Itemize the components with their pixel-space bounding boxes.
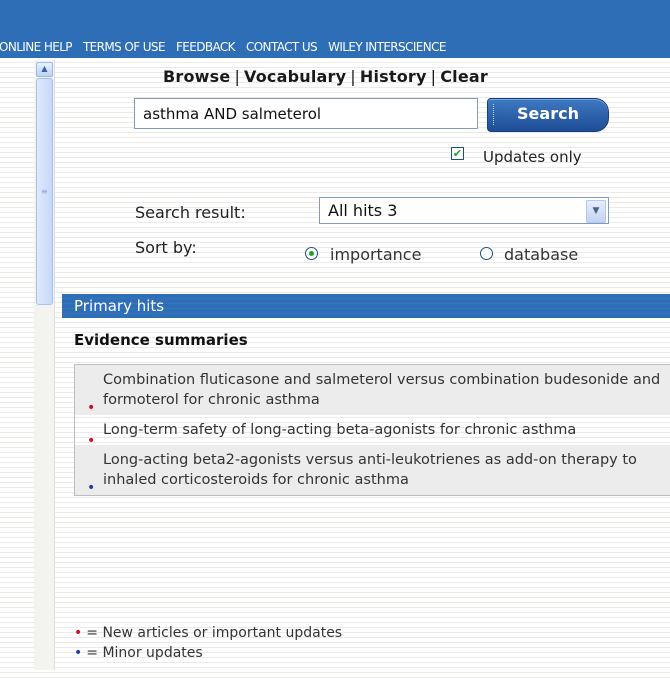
scrollbar-thumb[interactable]: ≡ xyxy=(36,78,53,305)
top-nav: ONLINE HELP TERMS OF USE FEEDBACK CONTAC… xyxy=(0,36,670,58)
legend-new-text: = New articles or important updates xyxy=(86,625,343,641)
minor-update-dot: • xyxy=(74,645,83,661)
updates-only-checkbox[interactable]: ✔ xyxy=(451,147,464,160)
tool-links: Browse | Vocabulary | History | Clear xyxy=(163,67,488,86)
search-result-label: Search result: xyxy=(135,203,246,222)
nav-wiley-interscience[interactable]: WILEY INTERSCIENCE xyxy=(328,40,446,54)
new-update-dot: • xyxy=(74,625,83,641)
legend-minor-text: = Minor updates xyxy=(86,645,203,661)
chevron-up-icon[interactable]: ▲ xyxy=(36,62,53,77)
grip-icon: ≡ xyxy=(41,187,48,196)
browse-link[interactable]: Browse xyxy=(163,67,230,86)
minor-update-dot: • xyxy=(87,480,96,496)
search-result-value: All hits 3 xyxy=(328,201,398,220)
history-link[interactable]: History xyxy=(360,67,427,86)
check-icon: ✔ xyxy=(452,147,463,160)
primary-hits-title: Primary hits xyxy=(74,297,165,315)
legend-new: • = New articles or important updates xyxy=(74,625,342,641)
search-input[interactable] xyxy=(134,98,478,129)
nav-contact-us[interactable]: CONTACT US xyxy=(246,40,318,54)
sort-database-label[interactable]: database xyxy=(504,245,578,264)
updates-only-label: Updates only xyxy=(483,148,582,166)
separator: | xyxy=(430,67,437,86)
vocabulary-link[interactable]: Vocabulary xyxy=(244,67,346,86)
clear-link[interactable]: Clear xyxy=(440,67,488,86)
list-item[interactable]: • Long-acting beta2-agonists versus anti… xyxy=(75,445,670,495)
search-button[interactable]: Search xyxy=(487,98,609,132)
evidence-summaries-heading: Evidence summaries xyxy=(74,331,248,349)
separator: | xyxy=(234,67,241,86)
sort-importance-label[interactable]: importance xyxy=(330,245,421,264)
nav-terms-of-use[interactable]: TERMS OF USE xyxy=(83,40,166,54)
nav-feedback[interactable]: FEEDBACK xyxy=(176,40,236,54)
hit-title[interactable]: Long-acting beta2-agonists versus anti-l… xyxy=(103,452,637,488)
sort-importance-radio[interactable] xyxy=(305,247,318,260)
list-item[interactable]: • Combination fluticasone and salmeterol… xyxy=(75,365,670,415)
vertical-scrollbar[interactable]: ▲ ≡ xyxy=(34,60,55,670)
list-item[interactable]: • Long-term safety of long-acting beta-a… xyxy=(75,415,670,448)
hits-list: • Combination fluticasone and salmeterol… xyxy=(74,364,670,496)
primary-hits-bar: Primary hits xyxy=(62,294,670,318)
hit-title[interactable]: Combination fluticasone and salmeterol v… xyxy=(103,372,660,408)
new-update-dot: • xyxy=(87,400,96,416)
chevron-down-icon[interactable]: ▼ xyxy=(586,200,606,223)
focus-edge xyxy=(493,104,498,125)
sort-database-radio[interactable] xyxy=(480,247,493,260)
legend-minor: • = Minor updates xyxy=(74,645,203,661)
search-button-label: Search xyxy=(517,104,579,123)
nav-online-help[interactable]: ONLINE HELP xyxy=(0,40,73,54)
search-result-select[interactable]: All hits 3 ▼ xyxy=(319,197,609,224)
hit-title[interactable]: Long-term safety of long-acting beta-ago… xyxy=(103,422,576,438)
sort-by-label: Sort by: xyxy=(135,238,197,257)
separator: | xyxy=(350,67,356,86)
